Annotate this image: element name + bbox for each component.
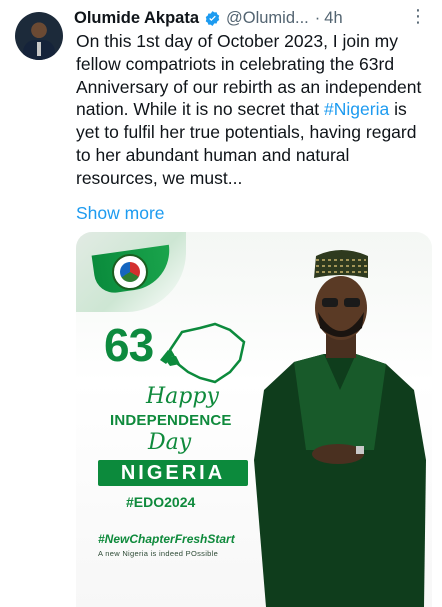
poster-hashtag-edo: #EDO2024 — [126, 494, 196, 510]
more-options-icon[interactable]: ⋮ — [409, 7, 428, 25]
hashtag-link[interactable]: #Nigeria — [324, 99, 389, 119]
nigeria-map-outline — [160, 322, 246, 384]
avatar-tie — [37, 42, 41, 56]
post-time[interactable]: 4h — [324, 9, 342, 28]
author-name[interactable]: Olumide Akpata — [74, 9, 199, 28]
anniversary-number: 63 — [104, 319, 154, 371]
poster-happy: Happy — [146, 384, 219, 409]
poster-tagline: A new Nigeria is indeed POssible — [98, 549, 219, 558]
poster-day: Day — [148, 430, 192, 455]
party-logo — [112, 254, 148, 290]
poster-independence: INDEPENDENCE — [110, 412, 232, 429]
show-more-link[interactable]: Show more — [76, 203, 165, 224]
media-image[interactable]: 63 Happy INDEPENDENCE Day NIGERIA #EDO20… — [76, 232, 432, 607]
tweet-text: On this 1st day of October 2023, I join … — [76, 30, 432, 190]
author-handle[interactable]: @Olumid... — [226, 9, 309, 28]
tweet-header: Olumide Akpata @Olumid... · 4h — [74, 7, 430, 29]
party-logo-center — [120, 262, 140, 282]
person-figure — [254, 250, 426, 607]
poster-hashtag-fresh: #NewChapterFreshStart — [98, 532, 235, 546]
separator: · — [314, 8, 321, 27]
verified-badge-icon — [205, 10, 220, 26]
poster-country: NIGERIA — [120, 462, 226, 484]
avatar[interactable] — [15, 12, 63, 60]
